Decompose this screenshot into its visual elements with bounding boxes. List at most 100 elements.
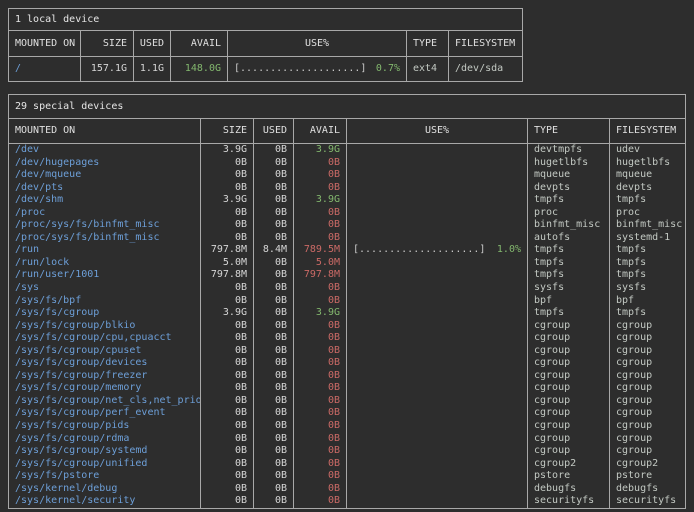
col-header-mounted-on: MOUNTED ON xyxy=(9,31,81,56)
type-cell: cgroup xyxy=(528,420,610,433)
avail-cell: 3.9G xyxy=(294,194,347,207)
avail-cell: 0B xyxy=(294,295,347,308)
type-cell: autofs xyxy=(528,232,610,245)
mount-point-cell: /dev/pts xyxy=(9,182,201,195)
avail-cell: 0B xyxy=(294,169,347,182)
local-devices-header-row: MOUNTED ON SIZE USED AVAIL USE% TYPE FIL… xyxy=(9,31,522,57)
type-cell: devpts xyxy=(528,182,610,195)
size-cell: 797.8M xyxy=(201,269,254,282)
type-cell: tmpfs xyxy=(528,194,610,207)
special-devices-body: /dev 3.9G 0B 3.9G devtmpfs udev /dev/hug… xyxy=(9,144,685,508)
use-percent-cell xyxy=(347,219,528,232)
filesystem-cell: cgroup xyxy=(610,382,685,395)
fs-row: /sys 0B 0B 0B sysfs sysfs xyxy=(9,282,685,295)
avail-cell: 0B xyxy=(294,207,347,220)
mount-point-cell: /sys xyxy=(9,282,201,295)
filesystem-cell: debugfs xyxy=(610,483,685,496)
type-cell: ext4 xyxy=(407,57,449,81)
used-cell: 0B xyxy=(254,458,294,471)
use-percent-cell xyxy=(347,445,528,458)
avail-cell: 0B xyxy=(294,395,347,408)
size-cell: 0B xyxy=(201,320,254,333)
type-cell: pstore xyxy=(528,470,610,483)
mount-point-cell: /sys/fs/cgroup/rdma xyxy=(9,433,201,446)
used-cell: 1.1G xyxy=(134,57,171,81)
used-cell: 0B xyxy=(254,182,294,195)
avail-cell: 0B xyxy=(294,157,347,170)
size-cell: 0B xyxy=(201,495,254,508)
fs-row: /run 797.8M 8.4M 789.5M [...............… xyxy=(9,244,685,257)
used-cell: 0B xyxy=(254,144,294,157)
col-header-filesystem: FILESYSTEM xyxy=(610,119,685,143)
used-cell: 0B xyxy=(254,207,294,220)
used-cell: 0B xyxy=(254,357,294,370)
mount-point-cell: / xyxy=(9,57,81,81)
filesystem-cell: cgroup xyxy=(610,370,685,383)
fs-row: /dev/pts 0B 0B 0B devpts devpts xyxy=(9,182,685,195)
mount-point-cell: /proc/sys/fs/binfmt_misc xyxy=(9,219,201,232)
avail-cell: 0B xyxy=(294,407,347,420)
used-cell: 0B xyxy=(254,332,294,345)
filesystem-cell: pstore xyxy=(610,470,685,483)
used-cell: 0B xyxy=(254,407,294,420)
filesystem-cell: binfmt_misc xyxy=(610,219,685,232)
fs-row: /sys/fs/cgroup/systemd 0B 0B 0B cgroup c… xyxy=(9,445,685,458)
used-cell: 0B xyxy=(254,157,294,170)
use-percent-cell xyxy=(347,169,528,182)
size-cell: 0B xyxy=(201,157,254,170)
used-cell: 0B xyxy=(254,307,294,320)
filesystem-cell: securityfs xyxy=(610,495,685,508)
avail-cell: 0B xyxy=(294,458,347,471)
type-cell: devtmpfs xyxy=(528,144,610,157)
fs-row: /run/lock 5.0M 0B 5.0M tmpfs tmpfs xyxy=(9,257,685,270)
filesystem-cell: cgroup xyxy=(610,420,685,433)
fs-row: /sys/fs/bpf 0B 0B 0B bpf bpf xyxy=(9,295,685,308)
fs-row: / 157.1G 1.1G 148.0G [..................… xyxy=(9,57,522,81)
use-percent-cell xyxy=(347,420,528,433)
size-cell: 0B xyxy=(201,433,254,446)
fs-row: /sys/fs/cgroup/unified 0B 0B 0B cgroup2 … xyxy=(9,458,685,471)
filesystem-cell: /dev/sda xyxy=(449,57,522,81)
avail-cell: 0B xyxy=(294,357,347,370)
use-percent-cell xyxy=(347,382,528,395)
avail-cell: 0B xyxy=(294,382,347,395)
avail-cell: 0B xyxy=(294,182,347,195)
type-cell: cgroup xyxy=(528,332,610,345)
col-header-type: TYPE xyxy=(528,119,610,143)
avail-cell: 797.8M xyxy=(294,269,347,282)
use-percent-cell xyxy=(347,495,528,508)
type-cell: cgroup xyxy=(528,433,610,446)
filesystem-cell: proc xyxy=(610,207,685,220)
size-cell: 157.1G xyxy=(81,57,134,81)
use-percent-cell xyxy=(347,295,528,308)
avail-cell: 0B xyxy=(294,420,347,433)
use-percent-cell xyxy=(347,307,528,320)
fs-row: /sys/fs/cgroup/perf_event 0B 0B 0B cgrou… xyxy=(9,407,685,420)
type-cell: proc xyxy=(528,207,610,220)
type-cell: cgroup xyxy=(528,395,610,408)
fs-row: /dev/hugepages 0B 0B 0B hugetlbfs hugetl… xyxy=(9,157,685,170)
usage-bar: [....................] xyxy=(234,57,366,81)
used-cell: 0B xyxy=(254,345,294,358)
local-devices-body: / 157.1G 1.1G 148.0G [..................… xyxy=(9,57,522,81)
avail-cell: 3.9G xyxy=(294,307,347,320)
fs-row: /sys/fs/cgroup/rdma 0B 0B 0B cgroup cgro… xyxy=(9,433,685,446)
size-cell: 3.9G xyxy=(201,144,254,157)
size-cell: 0B xyxy=(201,295,254,308)
fs-row: /sys/fs/cgroup 3.9G 0B 3.9G tmpfs tmpfs xyxy=(9,307,685,320)
use-percent-cell xyxy=(347,257,528,270)
usage-percent: 1.0% xyxy=(497,244,521,257)
mount-point-cell: /run/lock xyxy=(9,257,201,270)
avail-cell: 0B xyxy=(294,320,347,333)
avail-cell: 0B xyxy=(294,232,347,245)
use-percent-cell xyxy=(347,395,528,408)
special-devices-table: 29 special devices MOUNTED ON SIZE USED … xyxy=(8,94,686,509)
used-cell: 0B xyxy=(254,470,294,483)
mount-point-cell: /dev xyxy=(9,144,201,157)
size-cell: 0B xyxy=(201,483,254,496)
used-cell: 0B xyxy=(254,445,294,458)
used-cell: 0B xyxy=(254,232,294,245)
col-header-used: USED xyxy=(134,31,171,56)
size-cell: 0B xyxy=(201,232,254,245)
fs-row: /sys/fs/cgroup/blkio 0B 0B 0B cgroup cgr… xyxy=(9,320,685,333)
